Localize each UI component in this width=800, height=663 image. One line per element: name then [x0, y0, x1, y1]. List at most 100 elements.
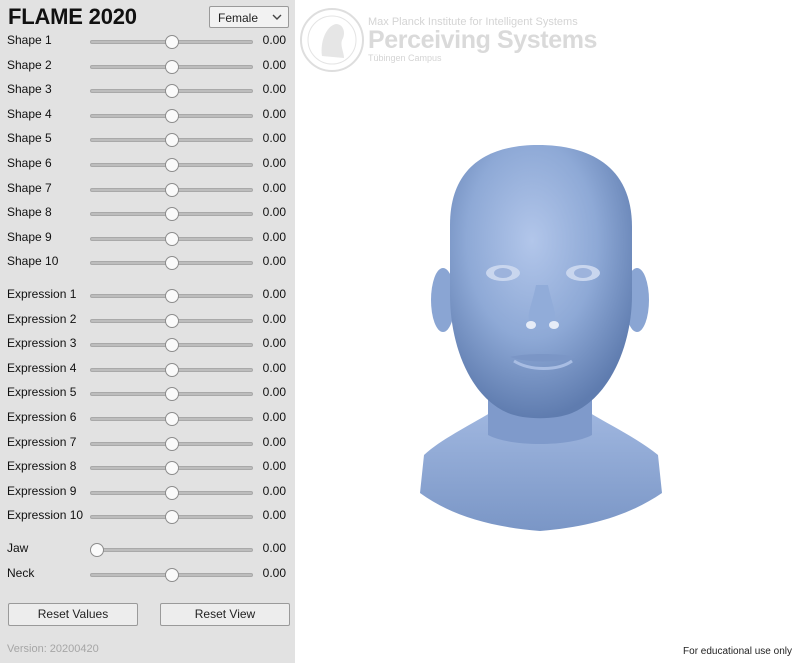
- educational-use-note: For educational use only: [683, 646, 792, 657]
- slider-thumb[interactable]: [165, 232, 179, 246]
- slider-value: 0.00: [262, 230, 286, 244]
- slider-label: Shape 4: [7, 107, 52, 121]
- slider-row: Expression 6 0.00: [0, 407, 295, 429]
- slider-thumb[interactable]: [165, 133, 179, 147]
- slider-thumb[interactable]: [165, 158, 179, 172]
- slider-label: Expression 2: [7, 312, 77, 326]
- slider-value: 0.00: [262, 385, 286, 399]
- slider-thumb[interactable]: [165, 207, 179, 221]
- slider-value: 0.00: [262, 410, 286, 424]
- slider-value: 0.00: [262, 82, 286, 96]
- slider-track[interactable]: [90, 548, 253, 552]
- slider-value: 0.00: [262, 33, 286, 47]
- slider-thumb[interactable]: [165, 510, 179, 524]
- slider-row: Shape 5 0.00: [0, 128, 295, 150]
- reset-view-button[interactable]: Reset View: [160, 603, 290, 626]
- slider-value: 0.00: [262, 58, 286, 72]
- slider-label: Shape 2: [7, 58, 52, 72]
- slider-row: Expression 7 0.00: [0, 432, 295, 454]
- slider-thumb[interactable]: [165, 568, 179, 582]
- slider-value: 0.00: [262, 181, 286, 195]
- slider-row: Expression 1 0.00: [0, 284, 295, 306]
- slider-label: Expression 9: [7, 484, 77, 498]
- slider-thumb[interactable]: [165, 363, 179, 377]
- slider-value: 0.00: [262, 459, 286, 473]
- slider-value: 0.00: [262, 541, 286, 555]
- slider-value: 0.00: [262, 156, 286, 170]
- slider-thumb[interactable]: [165, 84, 179, 98]
- slider-label: Expression 4: [7, 361, 77, 375]
- slider-row: Shape 6 0.00: [0, 153, 295, 175]
- slider-value: 0.00: [262, 287, 286, 301]
- slider-row: Expression 2 0.00: [0, 309, 295, 331]
- slider-row: Shape 8 0.00: [0, 202, 295, 224]
- slider-thumb[interactable]: [165, 60, 179, 74]
- slider-value: 0.00: [262, 312, 286, 326]
- slider-thumb[interactable]: [165, 183, 179, 197]
- slider-label: Expression 8: [7, 459, 77, 473]
- slider-row: Expression 9 0.00: [0, 481, 295, 503]
- slider-label: Shape 5: [7, 131, 52, 145]
- slider-value: 0.00: [262, 435, 286, 449]
- slider-value: 0.00: [262, 336, 286, 350]
- slider-row: Jaw 0.00: [0, 538, 295, 560]
- chevron-down-icon: [272, 14, 282, 20]
- slider-value: 0.00: [262, 566, 286, 580]
- slider-thumb[interactable]: [165, 289, 179, 303]
- slider-label: Shape 3: [7, 82, 52, 96]
- slider-value: 0.00: [262, 361, 286, 375]
- reset-values-button[interactable]: Reset Values: [8, 603, 138, 626]
- slider-label: Shape 10: [7, 254, 59, 268]
- slider-thumb[interactable]: [90, 543, 104, 557]
- campus-name: Tübingen Campus: [368, 53, 442, 63]
- app-title: FLAME 2020: [8, 4, 137, 29]
- slider-row: Expression 3 0.00: [0, 333, 295, 355]
- slider-row: Expression 10 0.00: [0, 505, 295, 527]
- slider-value: 0.00: [262, 254, 286, 268]
- slider-thumb[interactable]: [165, 314, 179, 328]
- slider-label: Shape 9: [7, 230, 52, 244]
- slider-label: Jaw: [7, 541, 29, 555]
- slider-label: Shape 1: [7, 33, 52, 47]
- slider-label: Shape 8: [7, 205, 52, 219]
- slider-row: Shape 2 0.00: [0, 55, 295, 77]
- slider-label: Expression 3: [7, 336, 77, 350]
- slider-label: Neck: [7, 566, 35, 580]
- slider-row: Neck 0.00: [0, 563, 295, 585]
- slider-thumb[interactable]: [165, 387, 179, 401]
- gender-select-value: Female: [218, 11, 259, 25]
- slider-thumb[interactable]: [165, 338, 179, 352]
- slider-row: Expression 8 0.00: [0, 456, 295, 478]
- slider-value: 0.00: [262, 484, 286, 498]
- slider-row: Shape 9 0.00: [0, 227, 295, 249]
- control-panel: FLAME 2020 Female Shape 1 0.00 Shape 2 0.00…: [0, 0, 295, 663]
- slider-label: Expression 10: [7, 508, 84, 522]
- slider-label: Expression 5: [7, 385, 77, 399]
- gender-select[interactable]: Female: [209, 6, 289, 28]
- slider-row: Shape 1 0.00: [0, 30, 295, 52]
- slider-label: Expression 7: [7, 435, 77, 449]
- version-label: Version: 20200420: [7, 643, 99, 655]
- slider-label: Expression 1: [7, 287, 77, 301]
- slider-label: Shape 6: [7, 156, 52, 170]
- slider-thumb[interactable]: [165, 412, 179, 426]
- slider-thumb[interactable]: [165, 461, 179, 475]
- slider-label: Shape 7: [7, 181, 52, 195]
- slider-thumb[interactable]: [165, 437, 179, 451]
- slider-row: Expression 4 0.00: [0, 358, 295, 380]
- slider-value: 0.00: [262, 107, 286, 121]
- slider-row: Shape 7 0.00: [0, 178, 295, 200]
- slider-thumb[interactable]: [165, 256, 179, 270]
- slider-thumb[interactable]: [165, 35, 179, 49]
- slider-row: Shape 3 0.00: [0, 79, 295, 101]
- head-model-viewport[interactable]: [410, 135, 670, 535]
- slider-thumb[interactable]: [165, 109, 179, 123]
- slider-thumb[interactable]: [165, 486, 179, 500]
- slider-row: Shape 4 0.00: [0, 104, 295, 126]
- slider-value: 0.00: [262, 131, 286, 145]
- slider-value: 0.00: [262, 205, 286, 219]
- slider-label: Expression 6: [7, 410, 77, 424]
- slider-value: 0.00: [262, 508, 286, 522]
- slider-row: Shape 10 0.00: [0, 251, 295, 273]
- department-name: Perceiving Systems: [368, 26, 598, 54]
